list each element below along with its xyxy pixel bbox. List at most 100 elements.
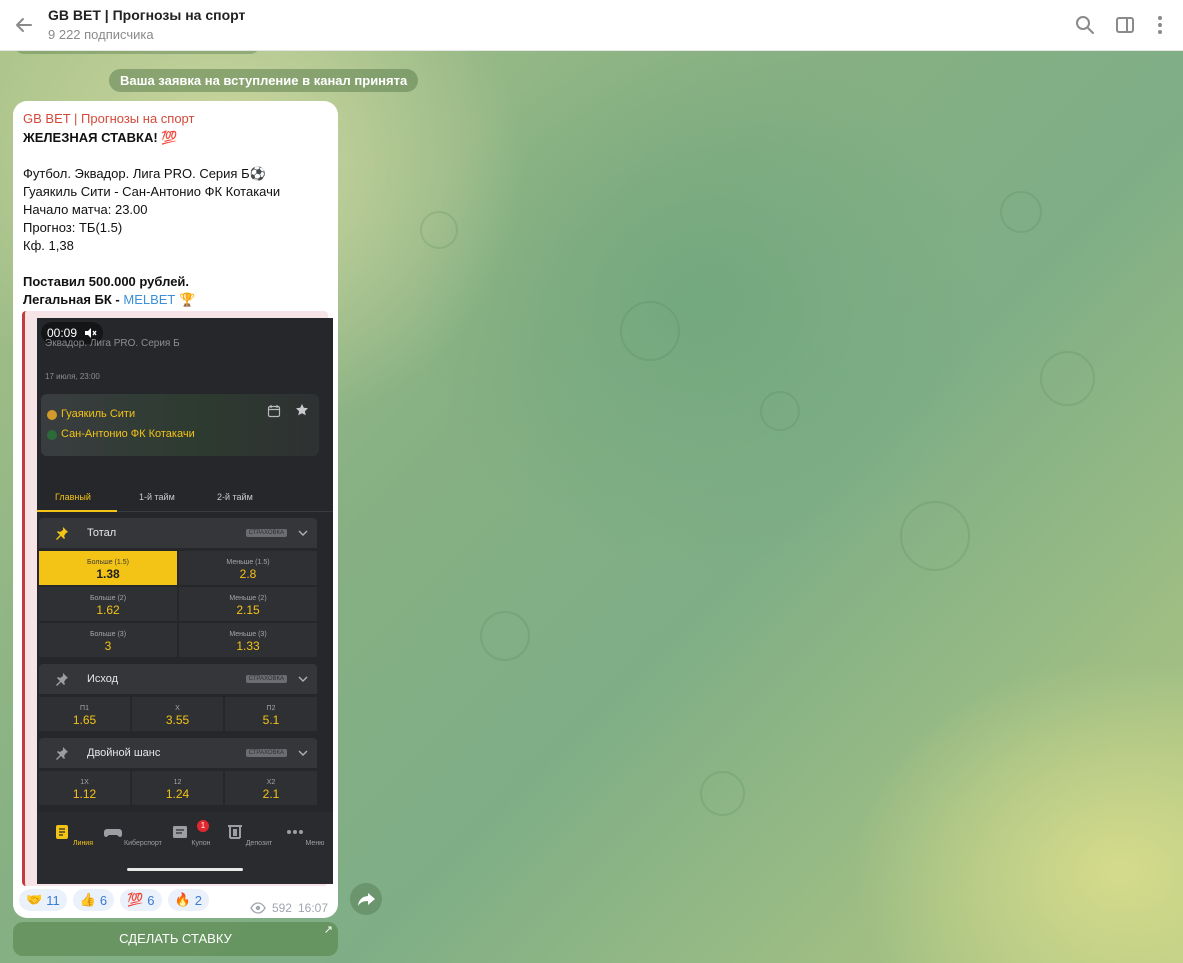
doodle-pattern — [700, 771, 745, 816]
join-accepted-service-message: Ваша заявка на вступление в канал принят… — [109, 69, 419, 92]
video-market-tabs: Главный 1-й тайм 2-й тайм — [37, 480, 333, 512]
odd-cell: X 3.55 — [132, 697, 223, 731]
nav-esports: Киберспорт — [103, 824, 163, 847]
place-bet-label: СДЕЛАТЬ СТАВКУ — [119, 931, 232, 946]
video-app-nav: Линия Киберспорт 1 Купон Депозит Меню — [37, 812, 333, 884]
section-title: Исход — [87, 673, 119, 685]
melbet-link[interactable]: MELBET — [123, 292, 175, 307]
back-arrow-icon[interactable] — [12, 13, 36, 37]
video-tab-second-half: 2-й тайм — [217, 492, 253, 502]
odd-cell: П1 1.65 — [39, 697, 130, 731]
sidebar-toggle-icon[interactable] — [1113, 13, 1137, 37]
pin-icon — [56, 527, 68, 540]
odd-cell: X2 2.1 — [225, 771, 317, 805]
search-icon[interactable] — [1073, 13, 1097, 37]
external-link-icon: ↗ — [323, 924, 333, 936]
video-section-outcome: Исход СТРАХОВКА — [39, 664, 317, 694]
share-arrow-icon — [358, 893, 375, 906]
post-meta: 592 16:07 — [250, 901, 328, 915]
insurance-badge: СТРАХОВКА — [245, 529, 287, 537]
deposit-icon — [227, 825, 242, 839]
eye-icon — [250, 902, 266, 914]
doodle-pattern — [480, 611, 530, 661]
pin-icon — [56, 673, 68, 686]
section-title: Двойной шанс — [87, 747, 161, 759]
team1-logo-icon — [47, 410, 57, 420]
video-tab-first-half: 1-й тайм — [139, 492, 175, 502]
legal-prefix: Легальная БК - — [23, 292, 124, 307]
place-bet-button[interactable]: СДЕЛАТЬ СТАВКУ ↗ — [13, 922, 338, 956]
subscriber-count: 9 222 подписчика — [48, 27, 154, 42]
post-time: 16:07 — [297, 901, 328, 915]
channel-title[interactable]: GB BET | Прогнозы на спорт — [48, 7, 245, 23]
doodle-pattern — [620, 301, 680, 361]
gamepad-icon — [104, 829, 123, 837]
odd-cell: 12 1.24 — [132, 771, 223, 805]
reactions-row: 🤝 11 👍 6 💯 6 🔥 2 — [19, 889, 209, 911]
reaction-thumbs-up[interactable]: 👍 6 — [72, 889, 115, 911]
reaction-handshake[interactable]: 🤝 11 — [19, 889, 67, 911]
post-forecast-line: Прогноз: ТБ(1.5) — [23, 220, 123, 235]
more-options-icon[interactable] — [1148, 13, 1172, 37]
post-text: ЖЕЛЕЗНАЯ СТАВКА! 💯 Футбол. Эквадор. Лига… — [23, 129, 328, 309]
reaction-hundred[interactable]: 💯 6 — [120, 889, 162, 911]
doodle-pattern — [1040, 351, 1095, 406]
video-tab-main: Главный — [55, 492, 91, 502]
doodle-pattern — [420, 211, 458, 249]
team2-logo-icon — [47, 430, 57, 440]
chevron-down-icon — [298, 676, 308, 682]
odd-cell: Больше (3) 3 — [39, 623, 177, 657]
odd-cell: Меньше (3) 1.33 — [179, 623, 317, 657]
post-legal-line: Легальная БК - MELBET 🏆 — [23, 291, 328, 309]
nav-menu: Меню — [275, 824, 333, 847]
odd-cell: Больше (2) 1.62 — [39, 587, 177, 621]
doodle-pattern — [900, 501, 970, 571]
video-match-card: Гуаякиль Сити Сан-Антонио ФК Котакачи — [41, 394, 319, 456]
post-sport-line: Футбол. Эквадор. Лига PRO. Серия Б⚽ — [23, 166, 266, 181]
legal-suffix: 🏆 — [175, 292, 196, 307]
nav-deposit: Депозит — [219, 824, 279, 847]
insurance-badge: СТРАХОВКА — [245, 749, 287, 757]
coupon-count-badge: 1 — [197, 820, 209, 832]
forward-button[interactable] — [350, 883, 382, 915]
nav-coupon: 1 Купон — [161, 820, 221, 847]
calendar-icon — [267, 405, 281, 418]
odd-cell: 1X 1.12 — [39, 771, 130, 805]
video-team1: Гуаякиль Сити — [61, 408, 136, 420]
post-start-line: Начало матча: 23.00 — [23, 202, 148, 217]
nav-line: Линия — [43, 824, 103, 847]
chevron-down-icon — [298, 530, 308, 536]
post-stake-line: Поставил 500.000 рублей. — [23, 274, 190, 289]
chat-header: GB BET | Прогнозы на спорт 9 222 подписч… — [0, 0, 1183, 51]
chevron-down-icon — [298, 750, 308, 756]
doodle-pattern — [760, 391, 800, 431]
pin-icon — [56, 747, 68, 760]
insurance-badge: СТРАХОВКА — [245, 675, 287, 683]
view-count: 592 — [271, 901, 292, 915]
channel-post[interactable]: GB BET | Прогнозы на спорт ЖЕЛЕЗНАЯ СТАВ… — [13, 101, 338, 918]
video-player[interactable]: 00:09 Эквадор. Лига PRO. Серия Б 17 июля… — [37, 318, 333, 884]
post-odds-line: Кф. 1,38 — [23, 238, 74, 253]
video-section-double-chance: Двойной шанс СТРАХОВКА — [39, 738, 317, 768]
odd-cell: Больше (1.5) 1.38 — [39, 551, 177, 585]
star-icon — [296, 404, 308, 416]
odd-cell: Меньше (2) 2.15 — [179, 587, 317, 621]
video-match-date: 17 июля, 23:00 — [45, 372, 100, 381]
video-tab-underline — [37, 510, 117, 512]
doodle-pattern — [1000, 191, 1042, 233]
odd-cell: Меньше (1.5) 2.8 — [179, 551, 317, 585]
reaction-fire[interactable]: 🔥 2 — [167, 889, 209, 911]
more-dots-icon — [286, 830, 303, 834]
post-headline: ЖЕЛЕЗНАЯ СТАВКА! 💯 — [23, 130, 178, 145]
home-indicator — [127, 868, 243, 871]
line-icon — [55, 825, 68, 839]
video-team2: Сан-Антонио ФК Котакачи — [61, 428, 195, 440]
video-league: Эквадор. Лига PRO. Серия Б — [45, 338, 180, 349]
coupon-icon — [173, 826, 188, 838]
video-section-total: Тотал СТРАХОВКА — [39, 518, 317, 548]
odd-cell: П2 5.1 — [225, 697, 317, 731]
section-title: Тотал — [87, 527, 117, 539]
post-sender[interactable]: GB BET | Прогнозы на спорт — [23, 111, 194, 126]
